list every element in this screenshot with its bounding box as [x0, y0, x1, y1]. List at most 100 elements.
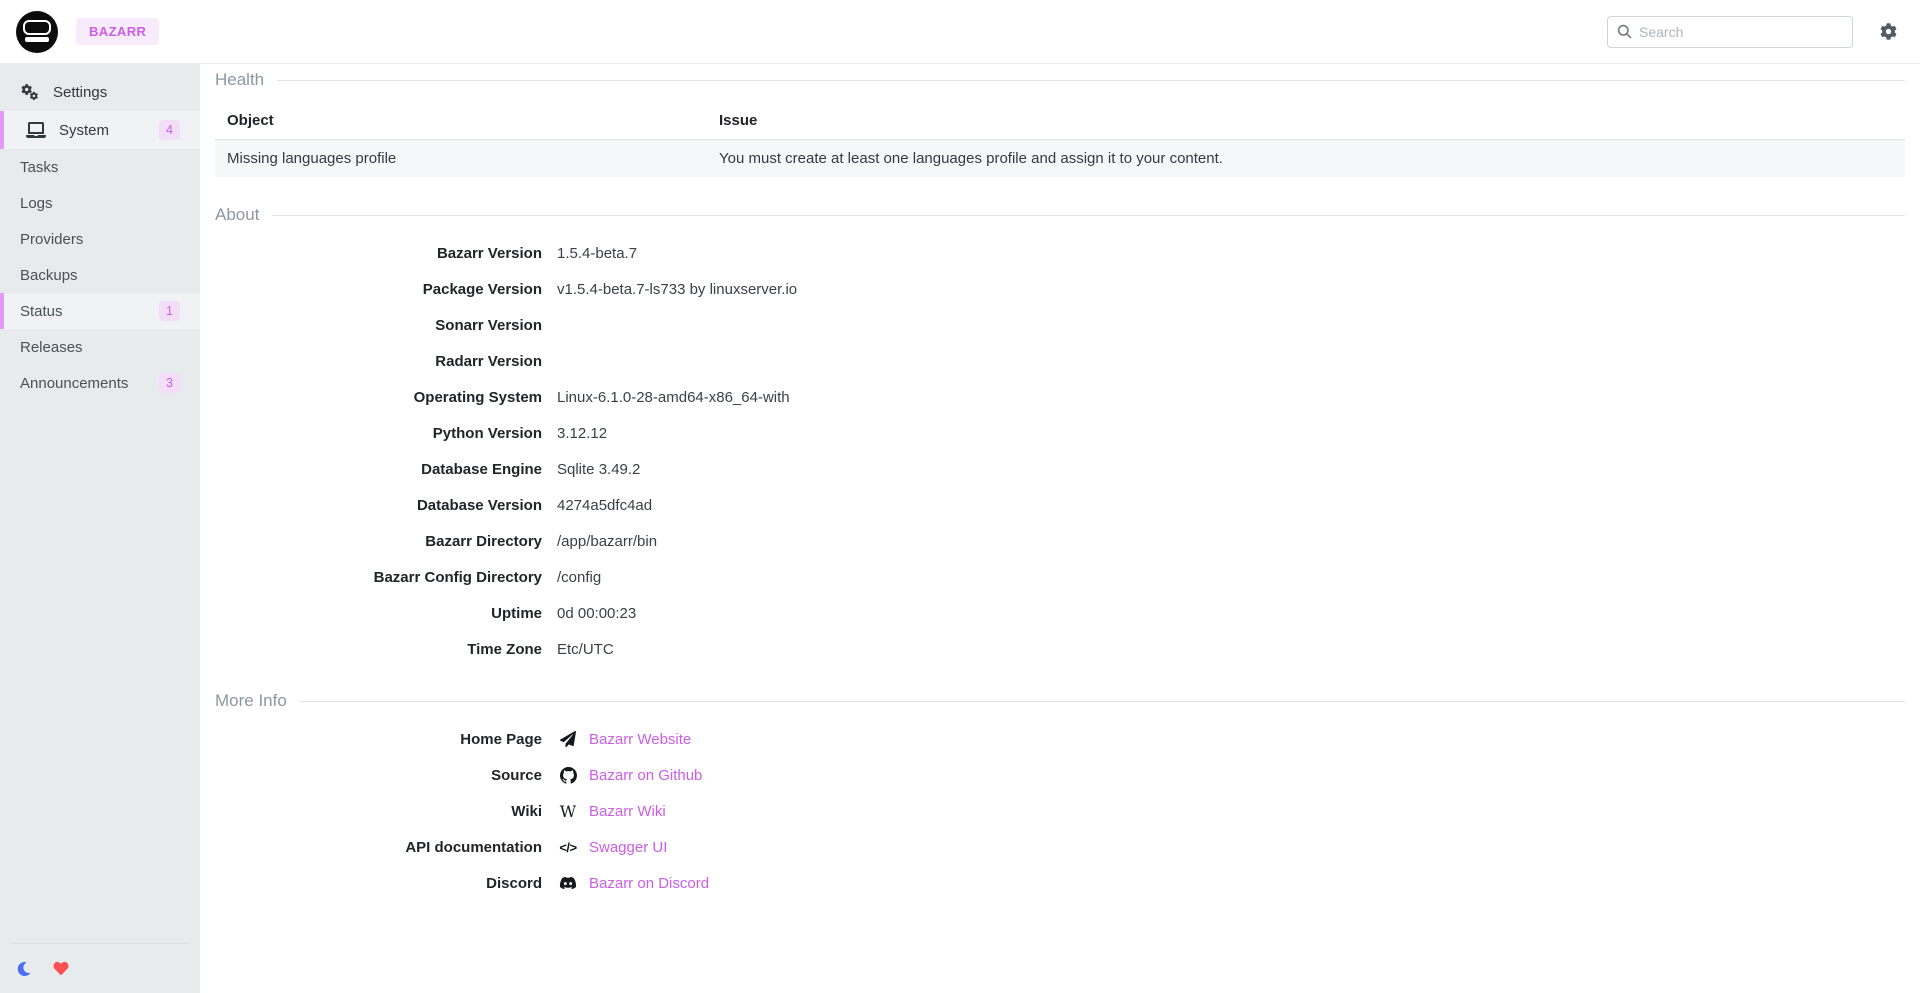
brand-badge: BAZARR — [76, 18, 159, 45]
sidebar: Settings System 4 Tasks Logs Providers B… — [0, 64, 200, 993]
about-label: Bazarr Directory — [215, 533, 542, 550]
about-row: Database Engine Sqlite 3.49.2 — [215, 451, 1905, 487]
announcements-count-badge: 3 — [159, 373, 180, 393]
link-label: Home Page — [215, 731, 542, 748]
heading-rule — [277, 80, 1905, 81]
about-row: Operating System Linux-6.1.0-28-amd64-x8… — [215, 379, 1905, 415]
system-count-badge: 4 — [159, 120, 180, 140]
sidebar-item-label: Logs — [20, 195, 53, 212]
gears-icon — [20, 84, 40, 101]
search-icon — [1617, 24, 1632, 39]
link-label: Discord — [215, 875, 542, 892]
logo-screen-shape — [23, 20, 51, 35]
about-value: 1.5.4-beta.7 — [557, 245, 637, 262]
about-label: Operating System — [215, 389, 542, 406]
about-heading: About — [215, 205, 1905, 225]
health-object-cell: Missing languages profile — [215, 140, 707, 178]
more-info-rows: Home Page Bazarr Website Source Bazarr o… — [215, 721, 1905, 901]
section-title: More Info — [215, 691, 287, 711]
sidebar-item-backups[interactable]: Backups — [0, 257, 200, 293]
more-info-row: Discord Bazarr on Discord — [215, 865, 1905, 901]
bazarr-wiki-link[interactable]: Bazarr Wiki — [589, 803, 666, 820]
sidebar-footer — [10, 943, 190, 993]
column-header-issue: Issue — [707, 102, 1905, 140]
paper-plane-icon — [557, 731, 579, 747]
about-value: 0d 00:00:23 — [557, 605, 636, 622]
bazarr-logo[interactable] — [16, 11, 58, 53]
sidebar-item-system[interactable]: System 4 — [0, 111, 200, 149]
search-input[interactable] — [1639, 24, 1843, 40]
more-info-row: Source Bazarr on Github — [215, 757, 1905, 793]
column-header-object: Object — [215, 102, 707, 140]
sidebar-item-label: Settings — [53, 84, 107, 101]
about-label: Database Version — [215, 497, 542, 514]
link-label: Wiki — [215, 803, 542, 820]
about-row: Python Version 3.12.12 — [215, 415, 1905, 451]
sidebar-item-label: System — [59, 122, 109, 139]
more-info-heading: More Info — [215, 691, 1905, 711]
more-info-section: More Info Home Page Bazarr Website Sourc… — [215, 691, 1905, 901]
about-label: Uptime — [215, 605, 542, 622]
sidebar-item-label: Backups — [20, 267, 78, 284]
about-row: Bazarr Config Directory /config — [215, 559, 1905, 595]
gear-icon — [1880, 23, 1897, 40]
about-value: Etc/UTC — [557, 641, 614, 658]
sidebar-item-logs[interactable]: Logs — [0, 185, 200, 221]
status-page: Health Object Issue Missing languages pr… — [200, 64, 1920, 993]
section-title: Health — [215, 70, 264, 90]
sidebar-item-releases[interactable]: Releases — [0, 329, 200, 365]
heading-rule — [272, 215, 1905, 216]
app-header: BAZARR — [0, 0, 1920, 64]
heading-rule — [300, 701, 1905, 702]
sidebar-item-announcements[interactable]: Announcements 3 — [0, 365, 200, 401]
about-label: Bazarr Config Directory — [215, 569, 542, 586]
more-info-row: Wiki W Bazarr Wiki — [215, 793, 1905, 829]
logo-subtitle-shape — [25, 37, 49, 42]
bazarr-github-link[interactable]: Bazarr on Github — [589, 767, 702, 784]
about-value: v1.5.4-beta.7-ls733 by linuxserver.io — [557, 281, 797, 298]
health-issue-cell: You must create at least one languages p… — [707, 140, 1905, 178]
about-row: Radarr Version — [215, 343, 1905, 379]
bazarr-discord-link[interactable]: Bazarr on Discord — [589, 875, 709, 892]
sidebar-item-status[interactable]: Status 1 — [0, 293, 200, 329]
settings-gear-button[interactable] — [1880, 23, 1897, 40]
github-icon — [557, 767, 579, 784]
code-icon: </> — [557, 840, 579, 855]
about-value: 3.12.12 — [557, 425, 607, 442]
section-title: About — [215, 205, 259, 225]
search-box[interactable] — [1607, 16, 1853, 48]
about-row: Database Version 4274a5dfc4ad — [215, 487, 1905, 523]
about-label: Bazarr Version — [215, 245, 542, 262]
table-header-row: Object Issue — [215, 102, 1905, 140]
table-row: Missing languages profile You must creat… — [215, 140, 1905, 178]
about-label: Python Version — [215, 425, 542, 442]
about-row: Uptime 0d 00:00:23 — [215, 595, 1905, 631]
bazarr-website-link[interactable]: Bazarr Website — [589, 731, 691, 748]
heart-icon — [53, 961, 69, 976]
link-label: API documentation — [215, 839, 542, 856]
laptop-icon — [26, 122, 46, 138]
sidebar-item-providers[interactable]: Providers — [0, 221, 200, 257]
about-row: Bazarr Version 1.5.4-beta.7 — [215, 235, 1905, 271]
about-value: /app/bazarr/bin — [557, 533, 657, 550]
status-count-badge: 1 — [159, 301, 180, 321]
moon-icon — [17, 962, 31, 976]
about-value: Sqlite 3.49.2 — [557, 461, 640, 478]
swagger-ui-link[interactable]: Swagger UI — [589, 839, 667, 856]
sidebar-item-label: Releases — [20, 339, 83, 356]
dark-mode-toggle[interactable] — [17, 962, 31, 976]
bazarr-app: BAZARR Settings System 4 — [0, 0, 1920, 993]
donate-button[interactable] — [53, 961, 69, 976]
about-label: Radarr Version — [215, 353, 542, 370]
about-label: Package Version — [215, 281, 542, 298]
about-row: Package Version v1.5.4-beta.7-ls733 by l… — [215, 271, 1905, 307]
about-row: Bazarr Directory /app/bazarr/bin — [215, 523, 1905, 559]
wikipedia-icon: W — [557, 802, 579, 821]
about-row: Sonarr Version — [215, 307, 1905, 343]
sidebar-item-settings[interactable]: Settings — [0, 73, 200, 111]
sidebar-item-label: Tasks — [20, 159, 58, 176]
about-label: Time Zone — [215, 641, 542, 658]
about-value: Linux-6.1.0-28-amd64-x86_64-with — [557, 389, 790, 406]
about-value: 4274a5dfc4ad — [557, 497, 652, 514]
sidebar-item-tasks[interactable]: Tasks — [0, 149, 200, 185]
